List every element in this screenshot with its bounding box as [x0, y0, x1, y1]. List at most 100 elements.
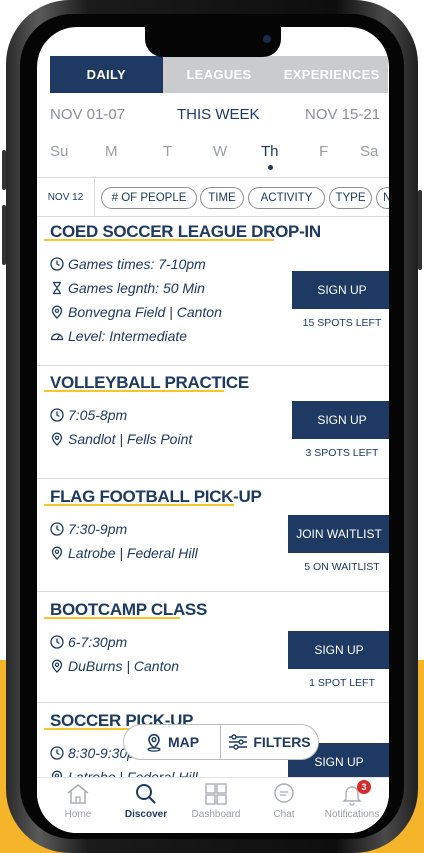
- event-time-text: 7:30-9pm: [68, 521, 128, 537]
- category-tabs: DAILY LEAGUES EXPERIENCES: [50, 56, 389, 93]
- event-location: Sandlot | Fells Point: [50, 431, 192, 447]
- event-card[interactable]: FLAG FOOTBALL PICK-UP 7:30-9pm Latrobe |…: [37, 480, 389, 592]
- event-time: 7:30-9pm: [50, 521, 127, 537]
- notification-badge: 3: [357, 780, 371, 794]
- event-title: VOLLEYBALL PRACTICE: [50, 373, 249, 392]
- chip-activity[interactable]: ACTIVITY: [248, 187, 325, 209]
- sign-up-button[interactable]: SIGN UP: [292, 401, 389, 439]
- clock-icon: [50, 257, 64, 271]
- event-location-text: Latrobe | Federal Hill: [68, 545, 198, 561]
- filter-chip-row: NOV 12 # OF PEOPLE TIME ACTIVITY TYPE NE…: [37, 177, 389, 217]
- tab-experiences[interactable]: EXPERIENCES: [275, 56, 389, 93]
- chip-people[interactable]: # OF PEOPLE: [101, 187, 197, 209]
- sign-up-button[interactable]: SIGN UP: [292, 271, 389, 309]
- event-level: Level: Intermediate: [50, 328, 187, 344]
- sliders-icon: [229, 734, 248, 750]
- clock-icon: [50, 635, 64, 649]
- hourglass-icon: [53, 281, 61, 295]
- chip-neighborhood[interactable]: NEI: [376, 187, 389, 209]
- tab-leagues[interactable]: LEAGUES: [162, 56, 276, 93]
- spots-left: 15 SPOTS LEFT: [302, 317, 382, 329]
- nav-notifications-label: Notifications: [324, 809, 380, 820]
- week-current-label: THIS WEEK: [177, 106, 260, 123]
- event-time: 7:05-8pm: [50, 407, 127, 423]
- tab-daily[interactable]: DAILY: [50, 56, 163, 93]
- nav-chat[interactable]: Chat: [249, 782, 319, 830]
- location-pin-icon: [51, 432, 63, 446]
- event-length-text: Games legnth: 50 Min: [68, 280, 205, 296]
- day-th[interactable]: Th: [261, 143, 279, 160]
- week-prev-button[interactable]: NOV 01-07: [50, 106, 125, 123]
- search-icon: [136, 784, 156, 804]
- day-f[interactable]: F: [319, 143, 328, 160]
- event-card[interactable]: COED SOCCER LEAGUE DROP-IN Games times: …: [37, 218, 389, 366]
- day-selector: Su M T W Th F Sa: [37, 143, 389, 169]
- location-pin-icon: [51, 546, 63, 560]
- week-selector: NOV 01-07 THIS WEEK NOV 15-21: [37, 106, 389, 130]
- chip-type[interactable]: TYPE: [329, 187, 372, 209]
- nav-home[interactable]: Home: [43, 782, 113, 830]
- event-time-text: 6-7:30pm: [68, 634, 128, 650]
- nav-chat-label: Chat: [273, 809, 295, 820]
- map-pin-icon: [147, 733, 161, 752]
- event-title: COED SOCCER LEAGUE DROP-IN: [50, 222, 321, 241]
- event-location-text: DuBurns | Canton: [68, 658, 180, 674]
- chip-time[interactable]: TIME: [200, 187, 244, 209]
- day-t[interactable]: T: [163, 143, 172, 160]
- event-times: Games times: 7-10pm: [50, 256, 206, 272]
- app-screen: DAILY LEAGUES EXPERIENCES NOV 01-07 THIS…: [37, 27, 389, 833]
- selected-day-dot: [268, 165, 273, 170]
- clock-icon: [50, 522, 64, 536]
- event-times-text: Games times: 7-10pm: [68, 256, 206, 272]
- location-pin-icon: [51, 305, 63, 319]
- phone-notch: [145, 27, 281, 57]
- event-location: DuBurns | Canton: [50, 658, 179, 674]
- filters-button[interactable]: FILTERS: [221, 725, 318, 759]
- week-next-button[interactable]: NOV 15-21: [305, 106, 380, 123]
- phone-side-button: [2, 205, 6, 265]
- phone-side-button: [2, 150, 6, 190]
- event-title: FLAG FOOTBALL PICK-UP: [50, 487, 262, 506]
- map-filters-toggle: MAP FILTERS: [123, 724, 319, 760]
- clock-icon: [50, 746, 64, 760]
- event-location-text: Bonvegna Field | Canton: [68, 304, 222, 320]
- nav-dashboard-label: Dashboard: [191, 809, 241, 820]
- map-button-label: MAP: [167, 734, 200, 750]
- bottom-navigation: Home Discover Dashboard Chat 3 Notificat…: [37, 777, 389, 833]
- nav-discover[interactable]: Discover: [111, 782, 181, 830]
- event-location: Bonvegna Field | Canton: [50, 304, 222, 320]
- filters-button-label: FILTERS: [253, 734, 311, 750]
- nav-discover-label: Discover: [124, 809, 168, 820]
- nav-notifications[interactable]: 3 Notifications: [317, 780, 387, 830]
- location-pin-icon: [51, 659, 63, 673]
- map-button[interactable]: MAP: [124, 725, 221, 759]
- camera-icon: [263, 35, 271, 43]
- event-card[interactable]: BOOTCAMP CLASS 6-7:30pm DuBurns | Canton…: [37, 593, 389, 703]
- day-sa[interactable]: Sa: [360, 143, 378, 160]
- gauge-icon: [50, 333, 64, 341]
- waitlist-count: 5 ON WAITLIST: [304, 561, 380, 573]
- chat-icon: [274, 783, 294, 803]
- spots-left: 3 SPOTS LEFT: [305, 447, 379, 459]
- nav-dashboard[interactable]: Dashboard: [181, 782, 251, 830]
- event-length: Games legnth: 50 Min: [50, 280, 205, 296]
- event-time: 6-7:30pm: [50, 634, 127, 650]
- join-waitlist-button[interactable]: JOIN WAITLIST: [288, 515, 389, 553]
- event-level-text: Level: Intermediate: [68, 328, 188, 344]
- sign-up-button[interactable]: SIGN UP: [288, 631, 389, 669]
- event-time-text: 7:05-8pm: [68, 407, 128, 423]
- event-location: Latrobe | Federal Hill: [50, 545, 198, 561]
- home-icon: [67, 784, 89, 804]
- event-location-text: Sandlot | Fells Point: [68, 431, 193, 447]
- event-title: BOOTCAMP CLASS: [50, 600, 207, 619]
- dashboard-icon: [205, 783, 227, 805]
- event-card[interactable]: VOLLEYBALL PRACTICE 7:05-8pm Sandlot | F…: [37, 367, 389, 479]
- nav-home-label: Home: [64, 809, 92, 820]
- clock-icon: [50, 408, 64, 422]
- day-w[interactable]: W: [213, 143, 227, 160]
- day-su[interactable]: Su: [50, 143, 68, 160]
- phone-side-button: [418, 190, 422, 270]
- day-m[interactable]: M: [105, 143, 118, 160]
- filter-date-label: NOV 12: [37, 178, 95, 216]
- spots-left: 1 SPOT LEFT: [309, 677, 375, 689]
